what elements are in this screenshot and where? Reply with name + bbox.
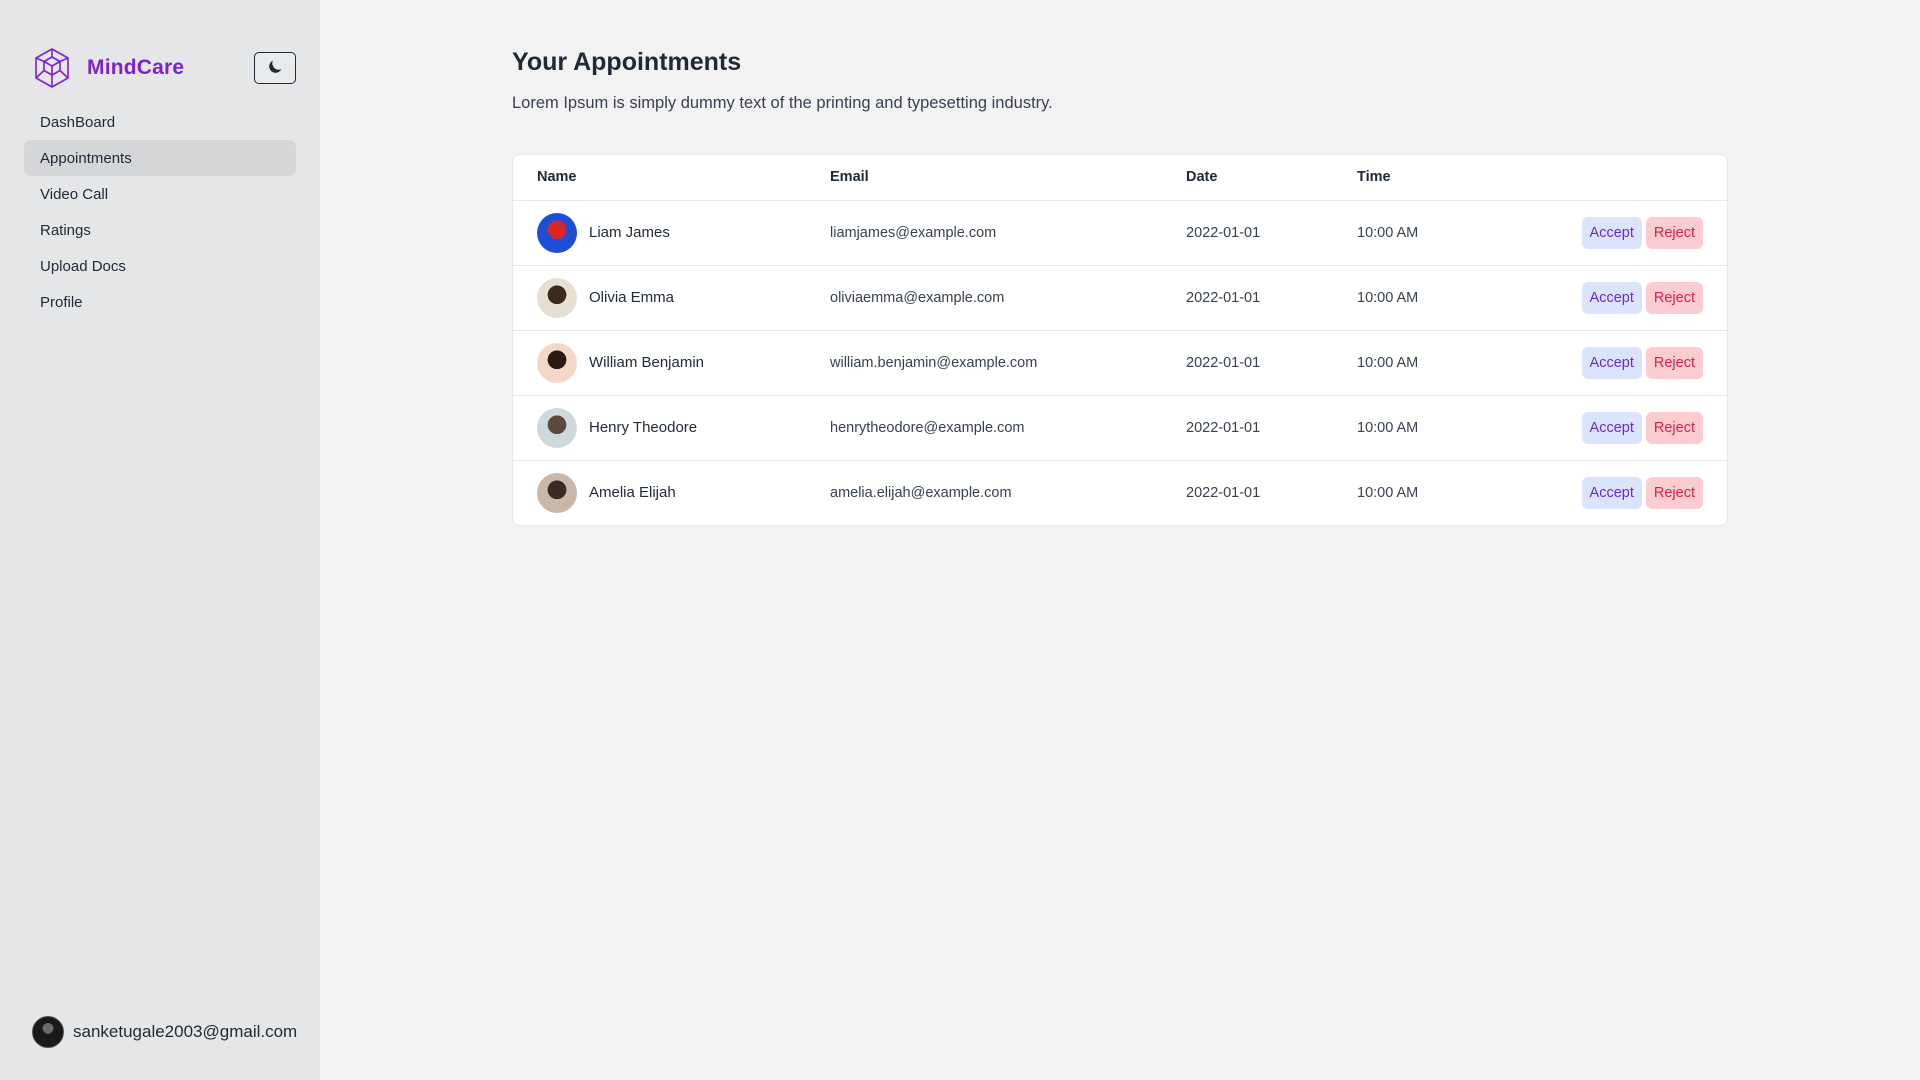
appointment-date: 2022-01-01	[1186, 330, 1357, 396]
accept-button[interactable]: Accept	[1581, 476, 1642, 509]
avatar	[537, 342, 577, 383]
column-header-date: Date	[1186, 155, 1357, 201]
column-header-actions	[1557, 155, 1727, 201]
sidebar-item-upload-docs[interactable]: Upload Docs	[24, 248, 296, 284]
appointment-time: 10:00 AM	[1357, 395, 1557, 461]
sidebar: MindCare DashBoard Appointments Video Ca…	[0, 0, 320, 1080]
appointments-table-card: Name Email Date Time Liam James liamjame…	[512, 154, 1728, 526]
page-subtitle: Lorem Ipsum is simply dummy text of the …	[512, 94, 1053, 112]
moon-icon	[266, 58, 284, 79]
avatar	[537, 407, 577, 448]
table-header-row: Name Email Date Time	[513, 155, 1727, 201]
appointment-date: 2022-01-01	[1186, 395, 1357, 461]
table-row: Amelia Elijah amelia.elijah@example.com …	[513, 460, 1727, 525]
accept-button[interactable]: Accept	[1581, 411, 1642, 444]
sidebar-item-appointments[interactable]: Appointments	[24, 140, 296, 176]
patient-email: william.benjamin@example.com	[830, 330, 1186, 396]
appointment-date: 2022-01-01	[1186, 200, 1357, 266]
reject-button[interactable]: Reject	[1645, 216, 1703, 249]
accept-button[interactable]: Accept	[1581, 346, 1642, 379]
patient-email: henrytheodore@example.com	[830, 395, 1186, 461]
appointment-time: 10:00 AM	[1357, 200, 1557, 266]
patient-name: William Benjamin	[589, 354, 705, 371]
hexagon-cube-logo-icon	[31, 47, 73, 89]
theme-toggle-button[interactable]	[254, 52, 296, 84]
brand[interactable]: MindCare	[31, 47, 184, 89]
appointment-date: 2022-01-01	[1186, 484, 1261, 501]
column-header-email: Email	[830, 155, 1186, 201]
table-row: Henry Theodore henrytheodore@example.com…	[513, 395, 1727, 461]
appointment-time: 10:00 AM	[1357, 484, 1419, 501]
patient-name: Olivia Emma	[589, 289, 675, 306]
avatar	[32, 1016, 64, 1048]
avatar	[537, 277, 577, 318]
appointment-time: 10:00 AM	[1357, 330, 1557, 396]
sidebar-item-video-call[interactable]: Video Call	[24, 176, 296, 212]
reject-button[interactable]: Reject	[1645, 411, 1703, 444]
reject-button[interactable]: Reject	[1645, 281, 1703, 314]
sidebar-item-profile[interactable]: Profile	[24, 284, 296, 320]
table-row: Olivia Emma oliviaemma@example.com 2022-…	[513, 265, 1727, 331]
brand-row: MindCare	[24, 46, 296, 90]
accept-button[interactable]: Accept	[1581, 216, 1642, 249]
appointment-date: 2022-01-01	[1186, 265, 1357, 331]
reject-button[interactable]: Reject	[1645, 476, 1703, 509]
sidebar-item-ratings[interactable]: Ratings	[24, 212, 296, 248]
appointment-time: 10:00 AM	[1357, 265, 1557, 331]
patient-name: Liam James	[589, 224, 670, 241]
table-row: William Benjamin william.benjamin@exampl…	[513, 330, 1727, 396]
patient-email: oliviaemma@example.com	[830, 265, 1186, 331]
user-account[interactable]: sanketugale2003@gmail.com	[32, 1016, 297, 1048]
brand-name: MindCare	[87, 56, 185, 79]
patient-email: liamjames@example.com	[830, 200, 1186, 266]
main-content: Your Appointments Lorem Ipsum is simply …	[320, 0, 1920, 1080]
avatar	[537, 472, 577, 513]
page-title: Your Appointments	[512, 48, 742, 76]
sidebar-item-dashboard[interactable]: DashBoard	[24, 104, 296, 140]
accept-button[interactable]: Accept	[1581, 281, 1642, 314]
patient-name: Henry Theodore	[589, 419, 698, 436]
appointments-table: Name Email Date Time Liam James liamjame…	[513, 155, 1727, 525]
column-header-time: Time	[1357, 155, 1557, 201]
user-email: sanketugale2003@gmail.com	[73, 1022, 298, 1041]
table-row: Liam James liamjames@example.com 2022-01…	[513, 200, 1727, 266]
patient-email: amelia.elijah@example.com	[830, 484, 1012, 501]
avatar	[537, 212, 577, 253]
sidebar-nav: DashBoard Appointments Video Call Rating…	[24, 104, 296, 320]
column-header-name: Name	[513, 155, 830, 201]
patient-name: Amelia Elijah	[589, 484, 676, 502]
reject-button[interactable]: Reject	[1645, 346, 1703, 379]
